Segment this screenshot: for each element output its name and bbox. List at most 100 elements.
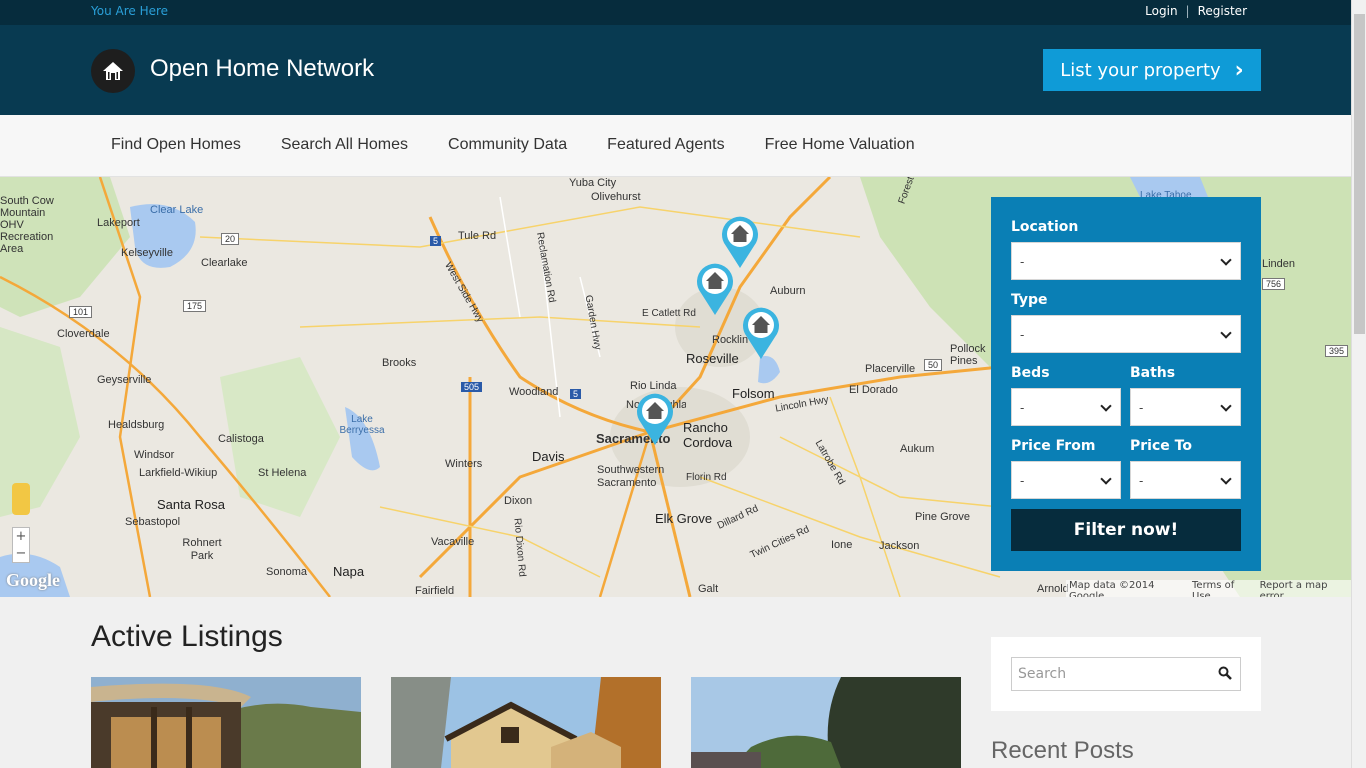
- filter-panel: Location - Type - Beds - Baths - Price F…: [991, 197, 1261, 571]
- map-data-credit: Map data ©2014 Google: [1069, 580, 1155, 597]
- auth-separator: |: [1185, 4, 1190, 18]
- breadcrumb[interactable]: You Are Here: [91, 4, 168, 18]
- beds-select[interactable]: -: [1011, 388, 1121, 426]
- price-to-value: -: [1139, 474, 1144, 488]
- report-error-link[interactable]: Report a map error: [1260, 580, 1348, 597]
- listing-card[interactable]: [691, 677, 961, 768]
- price-from-select[interactable]: -: [1011, 461, 1121, 499]
- zoom-in-button[interactable]: +: [16, 529, 27, 544]
- sidebar-search-box: Search: [991, 637, 1261, 711]
- map-label: Woodland: [509, 386, 559, 398]
- map-credits: Map data ©2014 Google Terms of Use Repor…: [1066, 580, 1351, 597]
- chevron-down-icon: [1220, 400, 1232, 412]
- site-header: Open Home Network List your property ›: [0, 25, 1351, 115]
- map-label: Geyserville: [97, 374, 152, 386]
- map-label: Brooks: [382, 357, 417, 369]
- map-label: Clearlake: [201, 257, 248, 269]
- chevron-down-icon: [1100, 400, 1112, 412]
- nav-community-data[interactable]: Community Data: [448, 136, 567, 154]
- highway-shield: 175: [183, 300, 207, 312]
- highway-shield: 395: [1325, 345, 1349, 357]
- listing-photo: [691, 677, 961, 768]
- map-label: St Helena: [258, 467, 307, 479]
- auth-links: Login | Register: [1145, 4, 1247, 18]
- map-label: Santa Rosa: [157, 497, 225, 512]
- map-label: Napa: [333, 564, 365, 579]
- map-label: Elk Grove: [655, 511, 713, 526]
- price-from-label: Price From: [1011, 438, 1096, 454]
- page-scrollbar[interactable]: [1351, 0, 1366, 768]
- top-bar: You Are Here Login | Register: [0, 0, 1351, 25]
- map-pin[interactable]: [695, 261, 735, 317]
- map-label: Pine Grove: [915, 511, 971, 523]
- highway-shield: 5: [430, 236, 442, 246]
- map-label: Winters: [445, 458, 483, 470]
- baths-select[interactable]: -: [1130, 388, 1241, 426]
- price-to-select[interactable]: -: [1130, 461, 1241, 499]
- house-icon: [103, 62, 123, 80]
- map-label: Galt: [698, 583, 719, 595]
- chevron-down-icon: [1220, 254, 1232, 266]
- map-label: Rohnert Park: [182, 537, 222, 562]
- highway-shield: 505: [461, 382, 483, 392]
- type-value: -: [1020, 328, 1025, 342]
- recent-posts-title: Recent Posts: [991, 737, 1134, 764]
- highway-shield: 5: [570, 389, 582, 399]
- search-input[interactable]: Search: [1011, 657, 1241, 691]
- listing-card[interactable]: [91, 677, 361, 768]
- map-label: Arnold: [1037, 583, 1069, 595]
- map-pin[interactable]: [741, 305, 781, 361]
- map-label: Clear Lake: [150, 204, 204, 216]
- location-label: Location: [1011, 219, 1079, 235]
- chevron-right-icon: ›: [1234, 57, 1244, 83]
- map-label: Placerville: [865, 363, 916, 375]
- listing-photo: [91, 677, 361, 768]
- filter-button[interactable]: Filter now!: [1011, 509, 1241, 551]
- listings-title: Active Listings: [91, 620, 283, 653]
- map-label: Pollock Pines: [950, 343, 986, 367]
- map-label: Rancho Cordova: [683, 420, 733, 450]
- map-label: Cloverdale: [57, 328, 110, 340]
- register-link[interactable]: Register: [1198, 4, 1247, 18]
- listing-card[interactable]: [391, 677, 661, 768]
- location-select[interactable]: -: [1011, 242, 1241, 280]
- site-title[interactable]: Open Home Network: [150, 55, 374, 83]
- street-view-pegman[interactable]: [12, 483, 30, 515]
- map-label: Ione: [831, 539, 853, 551]
- search-icon[interactable]: [1218, 666, 1232, 680]
- zoom-out-button[interactable]: −: [16, 546, 27, 561]
- login-link[interactable]: Login: [1145, 4, 1177, 18]
- nav-search-all-homes[interactable]: Search All Homes: [281, 136, 408, 154]
- logo[interactable]: [91, 49, 135, 93]
- nav-free-home-valuation[interactable]: Free Home Valuation: [765, 136, 915, 154]
- map-label: Sebastopol: [125, 516, 181, 528]
- scrollbar-thumb[interactable]: [1354, 14, 1365, 334]
- list-property-button[interactable]: List your property ›: [1043, 49, 1261, 91]
- map-label: South Cow Mountain OHV Recreation Area: [0, 195, 54, 255]
- map-label: E Catlett Rd: [642, 308, 696, 319]
- highway-shield: 101: [69, 306, 93, 318]
- search-placeholder: Search: [1018, 666, 1067, 682]
- map-label: Folsom: [732, 386, 775, 401]
- type-select[interactable]: -: [1011, 315, 1241, 353]
- map-label: Tule Rd: [458, 230, 497, 242]
- map-label: Vacaville: [431, 536, 475, 548]
- highway-shield: 50: [924, 359, 943, 371]
- map-label: Lakeport: [97, 217, 140, 229]
- map-label: Florin Rd: [686, 472, 727, 483]
- map-pin[interactable]: [635, 391, 675, 447]
- map-label: Roseville: [686, 351, 739, 366]
- price-to-label: Price To: [1130, 438, 1192, 454]
- main-nav: Find Open Homes Search All Homes Communi…: [0, 115, 1351, 177]
- map-label: Lake Berryessa: [339, 414, 385, 436]
- chevron-down-icon: [1220, 473, 1232, 485]
- type-label: Type: [1011, 292, 1048, 308]
- beds-value: -: [1020, 401, 1025, 415]
- map-label: Dixon: [504, 495, 533, 507]
- nav-find-open-homes[interactable]: Find Open Homes: [111, 136, 241, 154]
- terms-link[interactable]: Terms of Use: [1192, 580, 1252, 597]
- map-label: Olivehurst: [591, 191, 641, 203]
- listing-photo: [391, 677, 661, 768]
- nav-featured-agents[interactable]: Featured Agents: [607, 136, 724, 154]
- map-label: Windsor: [134, 449, 175, 461]
